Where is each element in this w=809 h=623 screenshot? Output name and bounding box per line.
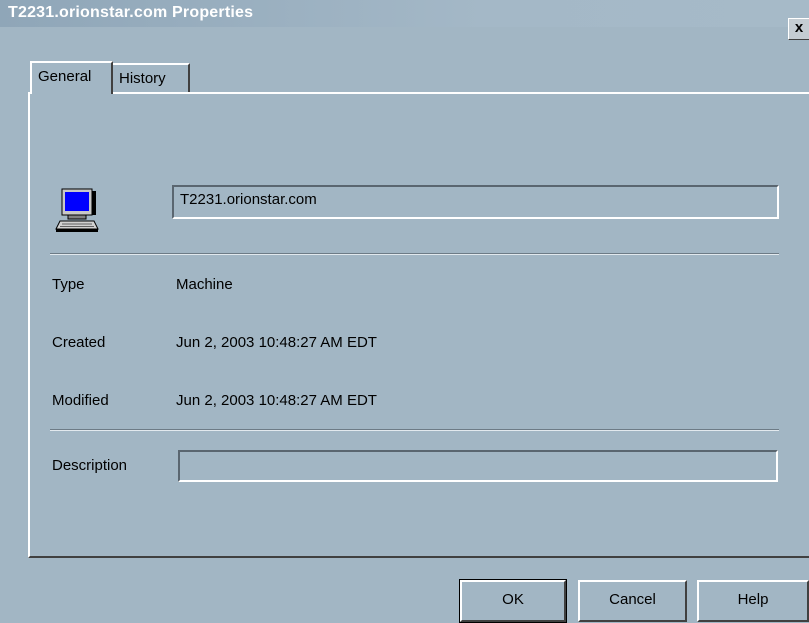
tab-general[interactable]: General <box>30 61 113 94</box>
name-field[interactable]: T2231.orionstar.com <box>172 185 779 219</box>
ok-button-label: OK <box>502 591 524 608</box>
help-button[interactable]: Help <box>697 580 809 622</box>
description-label: Description <box>52 457 128 474</box>
tab-history-label: History <box>119 70 166 87</box>
type-value: Machine <box>176 276 233 293</box>
tab-history[interactable]: History <box>113 63 190 93</box>
window-title: T2231.orionstar.com Properties <box>8 4 254 21</box>
close-icon: x <box>794 19 804 36</box>
modified-label: Modified <box>52 392 109 409</box>
cancel-button[interactable]: Cancel <box>578 580 687 622</box>
help-button-label: Help <box>737 591 769 608</box>
title-bar: T2231.orionstar.com Properties <box>0 0 809 27</box>
tab-general-label: General <box>38 68 92 85</box>
separator <box>50 253 779 255</box>
created-value: Jun 2, 2003 10:48:27 AM EDT <box>176 334 377 351</box>
type-label: Type <box>52 276 85 293</box>
ok-button[interactable]: OK <box>459 579 567 623</box>
modified-value: Jun 2, 2003 10:48:27 AM EDT <box>176 392 377 409</box>
cancel-button-label: Cancel <box>609 591 656 608</box>
created-label: Created <box>52 334 106 351</box>
close-button[interactable]: x <box>788 18 809 40</box>
computer-icon <box>55 188 99 232</box>
name-field-value: T2231.orionstar.com <box>180 191 317 208</box>
separator <box>50 429 779 431</box>
general-tab-panel <box>28 92 809 558</box>
description-field[interactable] <box>178 450 778 482</box>
